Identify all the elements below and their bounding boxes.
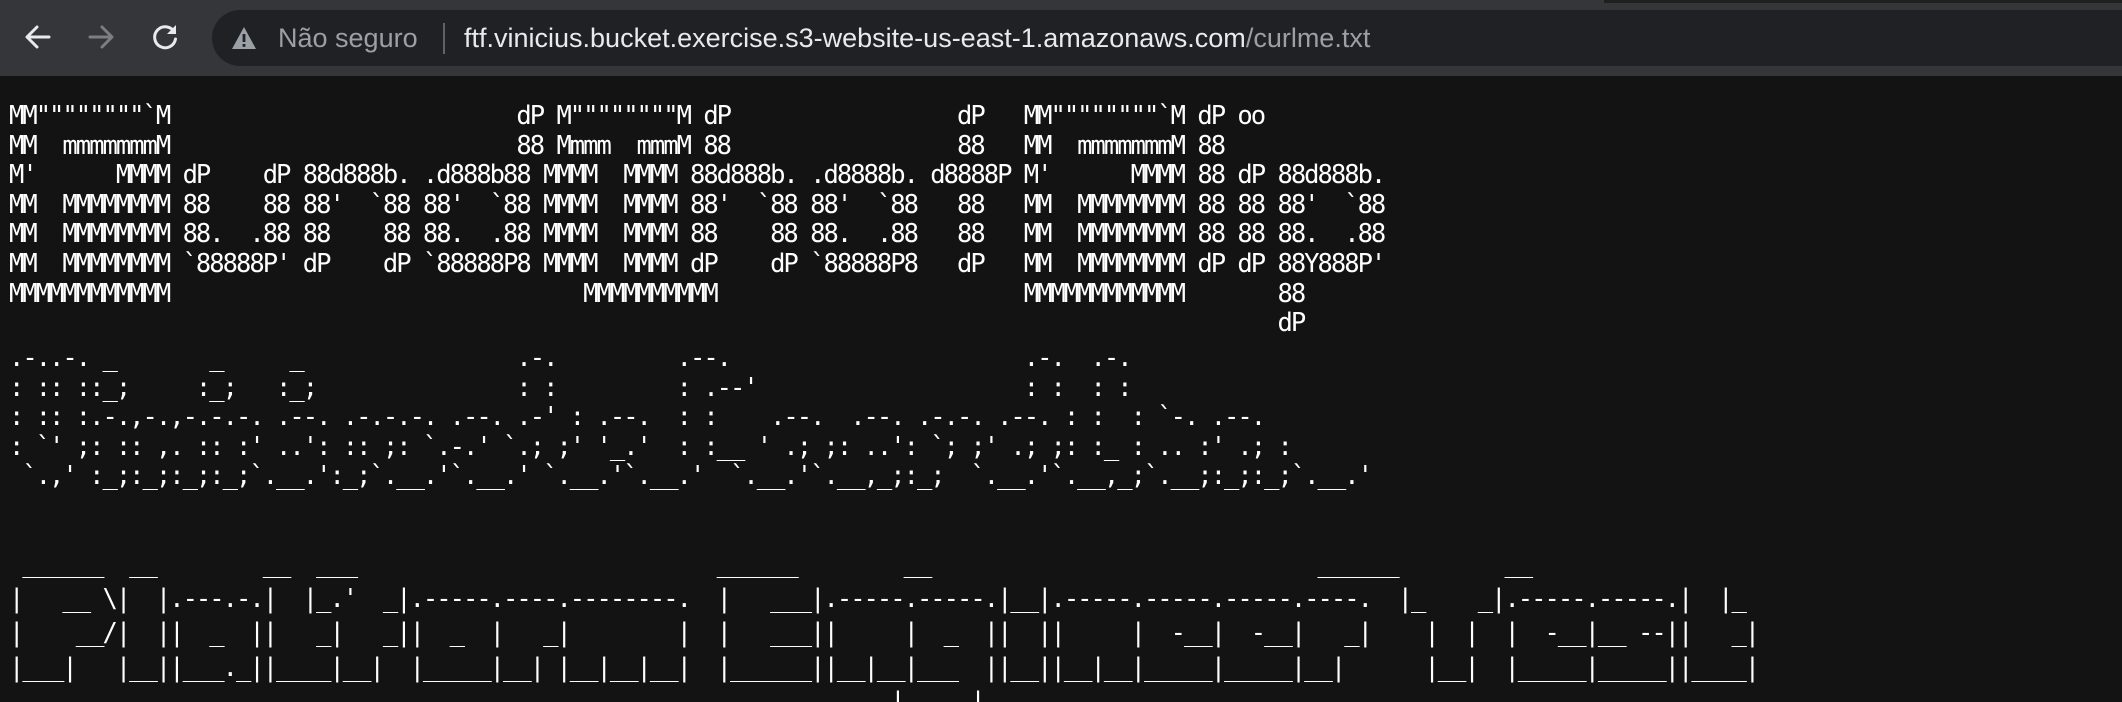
url-host: ftf.vinicius.bucket.exercise.s3-website-…	[464, 23, 1246, 53]
page-content: MM""""""""`M dP M""""""""M dP dP MM"""""…	[0, 76, 2122, 702]
url-text[interactable]: ftf.vinicius.bucket.exercise.s3-website-…	[464, 23, 1370, 53]
address-bar[interactable]: Não seguro ftf.vinicius.bucket.exercise.…	[212, 10, 2122, 66]
url-path: /curlme.txt	[1245, 23, 1371, 53]
ascii-subtitle-art: .-..-. _ _ _ .-. .--. .-. .-. : :: ::_; …	[9, 343, 1373, 491]
browser-toolbar: Não seguro ftf.vinicius.bucket.exercise.…	[0, 0, 2122, 76]
reload-icon	[150, 22, 180, 52]
ascii-title-art: ______ __ __ ___ ______ __ ______ __ | _…	[9, 549, 1760, 702]
security-status-label[interactable]: Não seguro	[278, 23, 418, 53]
warning-triangle-icon[interactable]	[231, 26, 257, 50]
reload-button[interactable]	[144, 16, 186, 58]
forward-button[interactable]	[80, 16, 122, 58]
back-arrow-icon	[23, 22, 53, 52]
tab-strip-edge	[1604, 0, 2122, 3]
omnibox-divider	[443, 23, 445, 54]
forward-arrow-icon	[86, 22, 116, 52]
back-button[interactable]	[17, 16, 59, 58]
ascii-logo-art: MM""""""""`M dP M""""""""M dP dP MM"""""…	[9, 101, 1386, 339]
